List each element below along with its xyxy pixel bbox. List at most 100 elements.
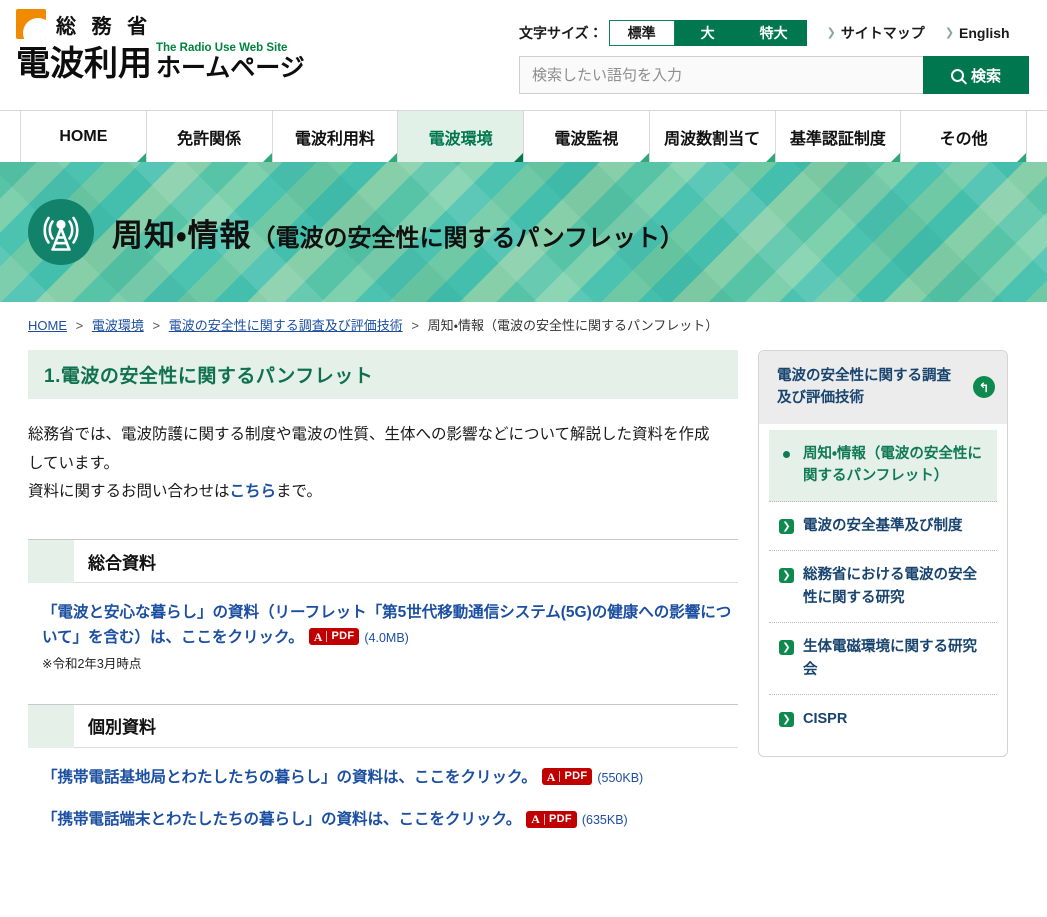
contact-link[interactable]: こちら — [230, 483, 277, 500]
breadcrumb-item-home[interactable]: HOME — [28, 318, 67, 333]
nav-item-certification[interactable]: 基準認証制度 — [774, 111, 901, 162]
nav-item-radio-environment[interactable]: 電波環境 — [397, 111, 523, 162]
pdf-note: ※令和2年3月時点 — [42, 656, 142, 671]
nav-label: 免許関係 — [177, 130, 242, 148]
nav-label: 周波数割当て — [664, 130, 761, 148]
file-size-label: (550KB) — [597, 770, 644, 785]
ministry-name: 総 務 省 — [56, 15, 153, 38]
pdf-link-base-station[interactable]: 「携帯電話基地局とわたしたちの暮らし」の資料は、ここをクリック。 — [42, 769, 537, 786]
nav-item-home[interactable]: HOME — [20, 111, 146, 162]
page-title: 周知・情報 （電波の安全性に関するパンフレット） — [112, 210, 684, 255]
ministry-logo-icon — [16, 9, 46, 39]
chevron-right-icon: ❯ — [779, 712, 794, 728]
intro-line-2: しています。 — [28, 454, 119, 472]
chevron-right-icon: ❯ — [779, 640, 794, 656]
nav-label: 電波環境 — [428, 130, 493, 148]
site-header: 総 務 省 電波利用 The Radio Use Web Site ホームページ… — [0, 0, 1047, 110]
sidebar-item-safety-standards[interactable]: ❯ 電波の安全基準及び制度 — [769, 502, 997, 552]
search-button-label: 検索 — [970, 67, 1001, 85]
pdf-link-text: 「携帯電話基地局とわたしたちの暮らし」の資料は、ここをクリック。 — [42, 768, 537, 786]
pdf-link-mobile-terminal[interactable]: 「携帯電話端末とわたしたちの暮らし」の資料は、ここをクリック。 — [42, 811, 521, 828]
sidebar-header[interactable]: 電波の安全性に関する調査及び評価技術 ↰ — [759, 351, 1007, 424]
pdf-badge-label: PDF — [548, 812, 572, 825]
breadcrumb-separator: > — [411, 318, 419, 333]
site-title: 電波利用 The Radio Use Web Site ホームページ — [16, 42, 305, 81]
breadcrumb-item-safety-research[interactable]: 電波の安全性に関する調査及び評価技術 — [169, 318, 403, 333]
adobe-a-icon: A — [531, 812, 540, 827]
bullet-icon — [783, 450, 790, 458]
breadcrumb-separator: > — [75, 318, 84, 333]
badge-divider — [326, 631, 328, 643]
english-link-label: English — [959, 25, 1010, 41]
main-content: 1.電波の安全性に関するパンフレット 総務省では、電波防護に関する制度や電波の性… — [28, 350, 738, 833]
file-size-label: (635KB) — [581, 813, 628, 828]
page-layout: 1.電波の安全性に関するパンフレット 総務省では、電波防護に関する制度や電波の性… — [0, 350, 1047, 833]
badge-divider — [543, 813, 545, 825]
sitemap-link[interactable]: ❯ サイトマップ — [827, 23, 925, 43]
block-individual-materials: 個別資料 「携帯電話基地局とわたしたちの暮らし」の資料は、ここをクリック。 A PD… — [28, 703, 738, 834]
nav-item-license[interactable]: 免許関係 — [145, 111, 272, 162]
sidebar-item-pamphlets[interactable]: 周知・情報（電波の安全性に関するパンフレット） — [769, 429, 997, 502]
radio-tower-icon — [28, 199, 94, 265]
page-banner: 周知・情報 （電波の安全性に関するパンフレット） — [0, 162, 1047, 302]
pdf-badge-icon: A PDF — [541, 768, 593, 786]
breadcrumb: HOME > 電波環境 > 電波の安全性に関する調査及び評価技術 > 周知・情報… — [0, 302, 1047, 334]
nav-label: 電波監視 — [554, 130, 619, 148]
back-arrow-icon[interactable]: ↰ — [973, 376, 995, 399]
header-tools: 文字サイズ： 標準 大 特大 ❯ サイトマップ ❯ English 検索 — [519, 20, 1029, 94]
sidebar-heading-label: 電波の安全性に関する調査及び評価技術 — [777, 368, 951, 407]
chevron-right-icon: ❯ — [944, 26, 955, 39]
block-accent-swatch — [28, 540, 74, 584]
sidebar-item-bioelectromagnetics[interactable]: ❯ 生体電磁環境に関する研究会 — [769, 623, 997, 696]
fontsize-extra-large-button[interactable]: 特大 — [740, 20, 807, 46]
fontsize-standard-button[interactable]: 標準 — [608, 20, 675, 46]
search-input[interactable] — [519, 56, 923, 94]
fontsize-label: 文字サイズ： — [519, 25, 603, 41]
pdf-entry: 「携帯電話端末とわたしたちの暮らし」の資料は、ここをクリック。 A PDF (635K… — [28, 808, 738, 833]
page-title-sub: （電波の安全性に関するパンフレット） — [251, 224, 685, 252]
fontsize-large-button[interactable]: 大 — [674, 20, 741, 46]
sitemap-link-label: サイトマップ — [840, 25, 925, 41]
block-title: 個別資料 — [74, 705, 738, 748]
nav-item-usage-fee[interactable]: 電波利用料 — [271, 111, 398, 162]
nav-item-frequency-allocation[interactable]: 周波数割当て — [648, 111, 775, 162]
breadcrumb-item-radio-environment[interactable]: 電波環境 — [92, 318, 144, 333]
nav-item-other[interactable]: その他 — [900, 111, 1027, 162]
sidebar-item-label: 生体電磁環境に関する研究会 — [803, 639, 977, 678]
breadcrumb-separator: > — [152, 318, 161, 333]
pdf-badge-icon: A PDF — [308, 628, 360, 646]
site-title-english: The Radio Use Web Site — [156, 42, 288, 54]
nav-label: その他 — [939, 130, 988, 148]
pdf-entry: 「携帯電話基地局とわたしたちの暮らし」の資料は、ここをクリック。 A PDF (550… — [28, 766, 738, 791]
sidebar-item-cispr[interactable]: ❯ CISPR — [769, 695, 997, 743]
pdf-badge-label: PDF — [564, 770, 588, 783]
english-link[interactable]: ❯ English — [945, 25, 1010, 41]
intro-paragraph: 総務省では、電波防護に関する制度や電波の性質、生体への影響などについて解説した資… — [28, 421, 738, 507]
pdf-badge-icon: A PDF — [526, 810, 577, 828]
sidebar-box: 電波の安全性に関する調査及び評価技術 ↰ 周知・情報（電波の安全性に関するパンフ… — [758, 350, 1008, 757]
nav-label: 電波利用料 — [294, 130, 375, 148]
chevron-right-icon: ❯ — [779, 568, 794, 584]
pdf-badge-label: PDF — [331, 630, 355, 643]
primary-navigation: HOME 免許関係 電波利用料 電波環境 電波監視 周波数割当て 基準認証制度 … — [0, 110, 1047, 162]
intro-line-3-prefix: 資料に関するお問い合わせは — [28, 483, 230, 501]
block-header: 総合資料 — [28, 539, 738, 584]
adobe-a-icon: A — [313, 629, 323, 644]
sidebar: 電波の安全性に関する調査及び評価技術 ↰ 周知・情報（電波の安全性に関するパンフ… — [758, 350, 1008, 757]
sidebar-item-label: 周知・情報（電波の安全性に関するパンフレット） — [803, 445, 982, 485]
section-heading: 1.電波の安全性に関するパンフレット — [28, 350, 738, 399]
adobe-a-icon: A — [546, 769, 556, 784]
site-branding[interactable]: 総 務 省 電波利用 The Radio Use Web Site ホームページ — [16, 8, 305, 81]
sidebar-item-ministry-research[interactable]: ❯ 総務省における電波の安全性に関する研究 — [769, 551, 997, 624]
breadcrumb-item-current: 周知・情報（電波の安全性に関するパンフレット） — [427, 318, 719, 333]
nav-item-monitoring[interactable]: 電波監視 — [523, 111, 649, 162]
search-button[interactable]: 検索 — [923, 56, 1029, 94]
intro-line-3-suffix: まで。 — [276, 483, 322, 501]
chevron-right-icon: ❯ — [779, 518, 794, 534]
chevron-right-icon: ❯ — [826, 26, 836, 39]
block-header: 個別資料 — [28, 703, 738, 748]
sidebar-item-label: 電波の安全基準及び制度 — [803, 517, 963, 534]
block-title: 総合資料 — [74, 540, 738, 584]
search-form: 検索 — [519, 56, 1029, 94]
badge-divider — [559, 771, 561, 783]
